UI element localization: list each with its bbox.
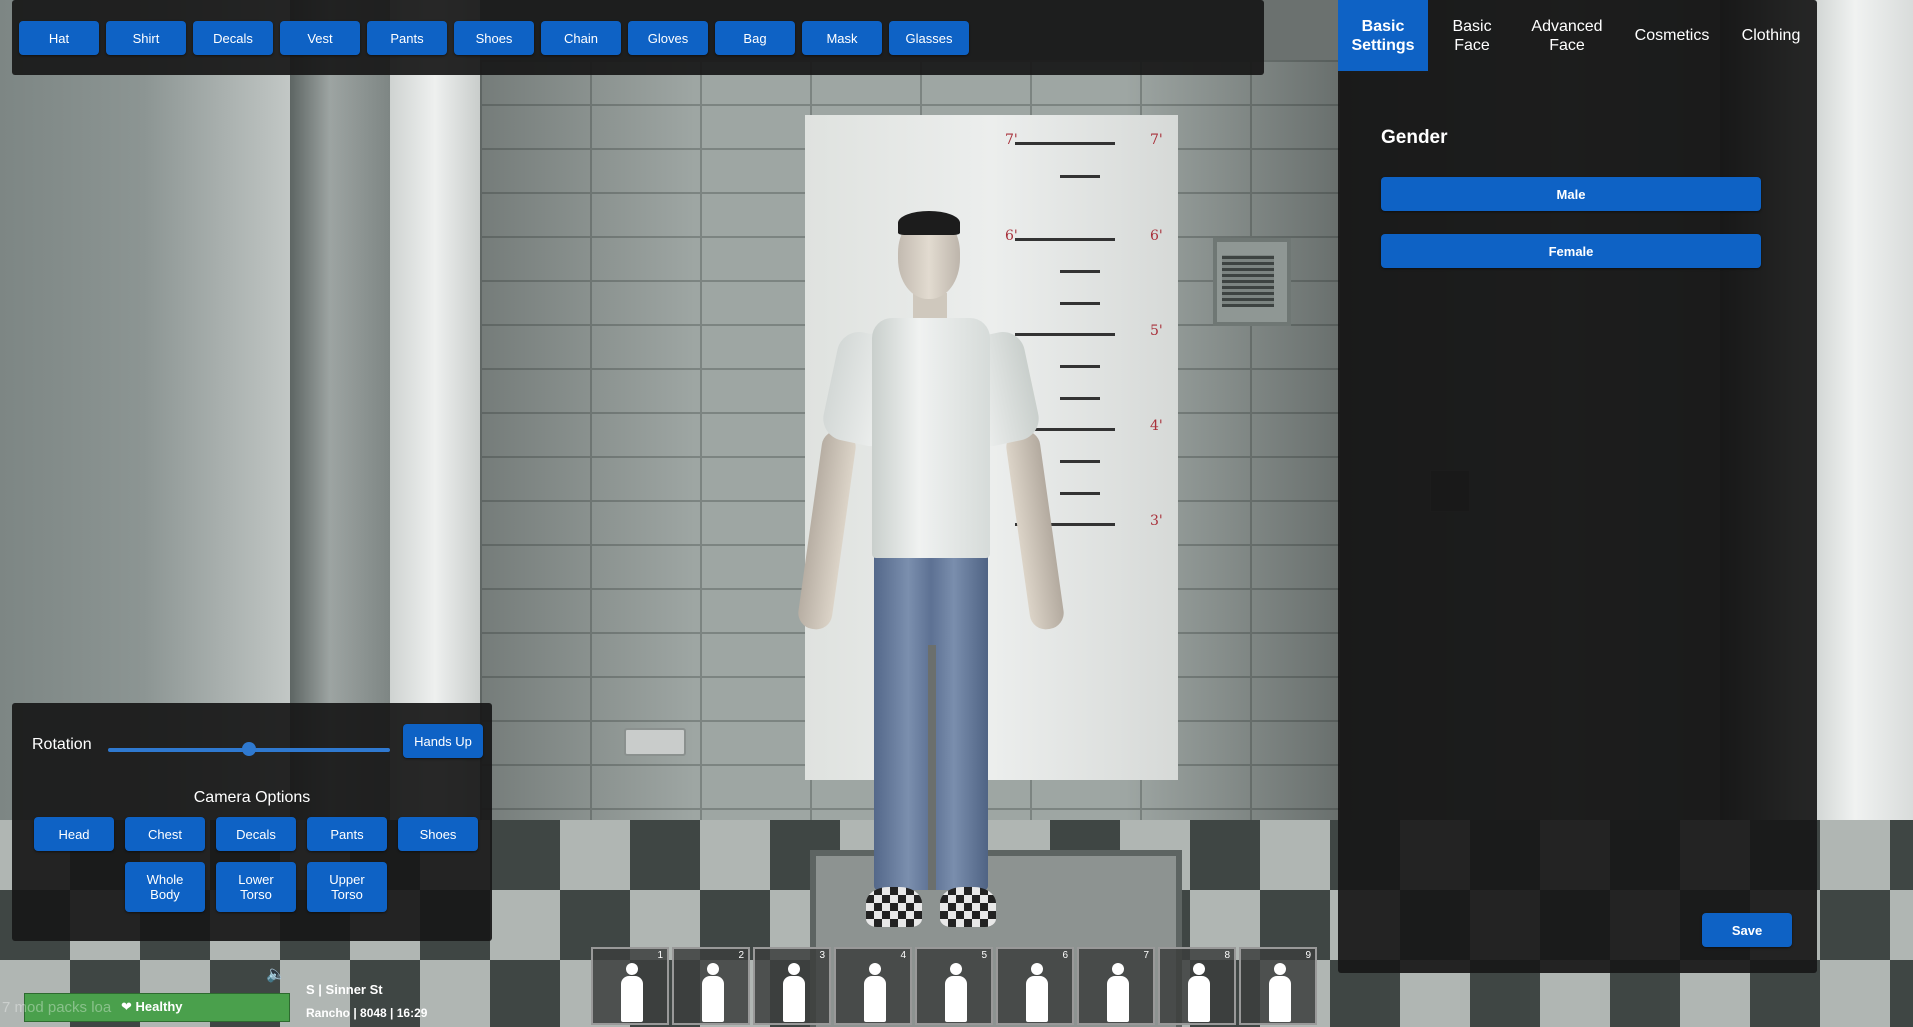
- tab-basic-settings[interactable]: Basic Settings: [1338, 0, 1428, 71]
- camera-head-button[interactable]: Head: [34, 817, 114, 851]
- character-tshirt: [872, 318, 990, 558]
- tab-cosmetics[interactable]: Cosmetics: [1618, 0, 1726, 71]
- bag-button[interactable]: Bag: [715, 21, 795, 55]
- pose-icon: [1020, 963, 1054, 1023]
- mask-button[interactable]: Mask: [802, 21, 882, 55]
- rotation-label: Rotation: [32, 736, 92, 753]
- camera-shoes-button[interactable]: Shoes: [398, 817, 478, 851]
- hotbar-slot[interactable]: 5: [915, 947, 993, 1025]
- speaker-icon: 🔈: [266, 966, 286, 983]
- chain-button[interactable]: Chain: [541, 21, 621, 55]
- camera-whole-body-button[interactable]: Whole Body: [125, 862, 205, 912]
- clothing-toolbar: Hat Shirt Decals Vest Pants Shoes Chain …: [12, 0, 1264, 75]
- pose-icon: [615, 963, 649, 1023]
- location-area-time: Rancho | 8048 | 16:29: [306, 1006, 428, 1020]
- gloves-button[interactable]: Gloves: [628, 21, 708, 55]
- hotbar-slot[interactable]: 4: [834, 947, 912, 1025]
- height-mark-5: 5': [1150, 323, 1163, 339]
- rotation-slider-handle[interactable]: [242, 742, 256, 756]
- hotbar-slot[interactable]: 8: [1158, 947, 1236, 1025]
- camera-buttons-row1: Head Chest Decals Pants Shoes: [34, 817, 478, 851]
- female-button[interactable]: Female: [1381, 234, 1761, 268]
- tab-clothing[interactable]: Clothing: [1726, 0, 1816, 71]
- hotbar-slot[interactable]: 6: [996, 947, 1074, 1025]
- camera-controls-panel: Rotation Hands Up Camera Options Head Ch…: [12, 703, 492, 941]
- male-button[interactable]: Male: [1381, 177, 1761, 211]
- camera-chest-button[interactable]: Chest: [125, 817, 205, 851]
- clothing-buttons: Hat Shirt Decals Vest Pants Shoes Chain …: [19, 21, 969, 55]
- decals-button[interactable]: Decals: [193, 21, 273, 55]
- tab-basic-face[interactable]: Basic Face: [1428, 0, 1516, 71]
- camera-options-title: Camera Options: [193, 789, 311, 806]
- pose-icon: [1182, 963, 1216, 1023]
- heart-icon: ❤: [121, 999, 132, 1014]
- character-shoe-right: [940, 887, 996, 927]
- mod-packs-notice: 7 mod packs loa: [2, 999, 112, 1016]
- tab-advanced-face[interactable]: Advanced Face: [1516, 0, 1618, 71]
- camera-decals-button[interactable]: Decals: [216, 817, 296, 851]
- height-mark-6-right: 6': [1150, 228, 1163, 244]
- pose-icon: [777, 963, 811, 1023]
- gender-heading: Gender: [1381, 127, 1448, 148]
- hands-up-button[interactable]: Hands Up: [403, 724, 483, 758]
- hotbar-slot[interactable]: 1: [591, 947, 669, 1025]
- height-mark-3: 3': [1150, 513, 1163, 529]
- hotbar-slot[interactable]: 2: [672, 947, 750, 1025]
- character-model: [780, 211, 1080, 955]
- camera-upper-torso-button[interactable]: Upper Torso: [307, 862, 387, 912]
- height-mark-7: 7': [1005, 132, 1018, 148]
- height-mark-4: 4': [1150, 418, 1163, 434]
- hotbar-slot[interactable]: 3: [753, 947, 831, 1025]
- hotbar-slot[interactable]: 7: [1077, 947, 1155, 1025]
- pose-icon: [696, 963, 730, 1023]
- settings-panel: Basic Settings Basic Face Advanced Face …: [1338, 0, 1817, 973]
- settings-tabs: Basic Settings Basic Face Advanced Face …: [1338, 0, 1816, 71]
- camera-buttons-row2: Whole Body Lower Torso Upper Torso: [125, 862, 387, 912]
- health-status: ❤ Healthy: [121, 999, 183, 1014]
- pose-icon: [1263, 963, 1297, 1023]
- pants-button[interactable]: Pants: [367, 21, 447, 55]
- camera-pants-button[interactable]: Pants: [307, 817, 387, 851]
- pose-icon: [858, 963, 892, 1023]
- pose-icon: [939, 963, 973, 1023]
- character-shoe-left: [866, 887, 922, 927]
- hat-button[interactable]: Hat: [19, 21, 99, 55]
- location-street: S | Sinner St: [306, 982, 383, 997]
- vest-button[interactable]: Vest: [280, 21, 360, 55]
- glasses-button[interactable]: Glasses: [889, 21, 969, 55]
- shoes-button[interactable]: Shoes: [454, 21, 534, 55]
- camera-lower-torso-button[interactable]: Lower Torso: [216, 862, 296, 912]
- shirt-button[interactable]: Shirt: [106, 21, 186, 55]
- wall-outlet: [624, 728, 686, 756]
- pose-icon: [1101, 963, 1135, 1023]
- rotation-slider[interactable]: [108, 742, 390, 756]
- height-mark-7-right: 7': [1150, 132, 1163, 148]
- emote-hotbar: 1 2 3 4 5 6 7 8 9: [591, 947, 1317, 1025]
- save-button[interactable]: Save: [1702, 913, 1792, 947]
- hotbar-slot[interactable]: 9: [1239, 947, 1317, 1025]
